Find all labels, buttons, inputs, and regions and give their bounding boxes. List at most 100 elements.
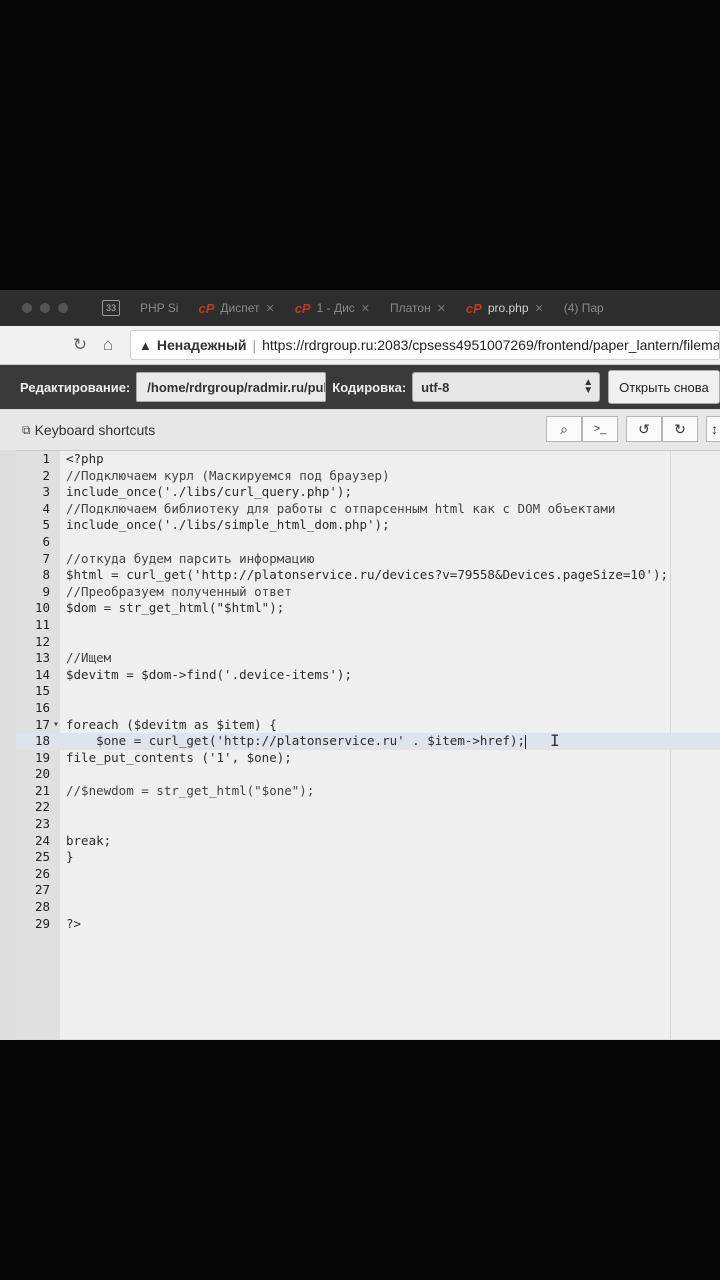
tab-counter-icon: 33 (102, 300, 120, 316)
code-line[interactable]: 27 (16, 882, 720, 899)
close-tab-icon[interactable]: ✕ (535, 302, 544, 315)
reload-icon[interactable]: ↻ (66, 335, 94, 355)
code-lines[interactable]: 1 <?php 2 //Подключаем курл (Маскируемся по… (16, 451, 720, 932)
reopen-button[interactable]: Открыть снова (608, 370, 720, 404)
tab-dispet-1[interactable]: cP 1 - Дис ✕ (285, 290, 380, 326)
text-cursor-icon: I (550, 731, 560, 750)
address-bar: ↻ ⌂ ▲ Ненадежный | https://rdrgroup.ru:2… (0, 326, 720, 365)
fold-toggle-icon[interactable]: ▾ (53, 717, 59, 734)
code-line[interactable]: 7 //откуда будем парсить информацию (16, 551, 720, 568)
select-arrows-icon: ▲ ▼ (583, 377, 594, 396)
code-editor[interactable]: 1 <?php 2 //Подключаем курл (Маскируемся по… (16, 450, 720, 1039)
line-text: //Ищем (66, 650, 112, 666)
code-line[interactable]: 3 include_once('./libs/curl_query.php'); (16, 484, 720, 501)
line-text: foreach ($devitm as $item) { (66, 716, 277, 732)
line-number: 13 (34, 650, 50, 666)
close-tab-icon[interactable]: ✕ (361, 302, 370, 315)
search-icon[interactable]: ⌕ (546, 416, 582, 442)
tab-dispet[interactable]: cP Диспет ✕ (188, 290, 284, 326)
external-link-icon: ⧉ (22, 422, 31, 437)
line-text: } (66, 849, 74, 865)
line-number: 24 (34, 832, 50, 848)
keyboard-shortcuts-link[interactable]: ⧉ Keyboard shortcuts (22, 422, 155, 438)
caret (525, 734, 527, 749)
history-button-group: ↺ ↻ (626, 416, 698, 442)
terminal-icon[interactable]: >_ (582, 416, 618, 442)
file-path-field[interactable]: /home/rdrgroup/radmir.ru/public_html/pro… (136, 372, 327, 402)
tab-pro-php[interactable]: cP pro.php ✕ (456, 290, 554, 326)
tab-label: pro.php (487, 301, 529, 315)
close-window-icon[interactable] (22, 303, 32, 313)
code-line[interactable]: 2 //Подключаем курл (Маскируемся под брау… (16, 468, 720, 485)
code-line[interactable]: 29 ?> (16, 916, 720, 933)
home-icon[interactable]: ⌂ (94, 335, 122, 355)
line-text: //Подключаем курл (Маскируемся под брауз… (66, 467, 390, 483)
close-tab-icon[interactable]: ✕ (265, 302, 274, 315)
close-tab-icon[interactable]: ✕ (437, 302, 446, 315)
line-text: ?> (66, 915, 82, 931)
line-number: 29 (34, 915, 50, 931)
tab-bar: 33 PHP Si cP Диспет ✕ cP 1 - Дис ✕ Плато… (0, 290, 720, 326)
code-line[interactable]: 4 //Подключаем библиотеку для работы с от… (16, 501, 720, 518)
code-line[interactable]: 23 (16, 816, 720, 833)
line-number: 14 (34, 666, 50, 682)
warning-icon[interactable]: ▲ (139, 338, 152, 353)
line-number: 25 (34, 849, 50, 865)
code-line[interactable]: 22 (16, 799, 720, 816)
code-line[interactable]: 8 $html = curl_get('http://platonservice.… (16, 567, 720, 584)
line-number: 6 (42, 533, 50, 549)
code-line[interactable]: 24 break; (16, 833, 720, 850)
code-line[interactable]: 10 $dom = str_get_html("$html"); (16, 600, 720, 617)
code-line[interactable]: 18 $one = curl_get('http://platonservice… (16, 733, 720, 750)
tab-platon[interactable]: Платон ✕ (380, 290, 456, 326)
code-line[interactable]: 1 <?php (16, 451, 720, 468)
line-number: 5 (42, 517, 50, 533)
code-line[interactable]: 9 //Преобразуем полученный ответ (16, 584, 720, 601)
line-number: 2 (42, 467, 50, 483)
line-text: include_once('./libs/simple_html_dom.php… (66, 517, 390, 533)
code-line[interactable]: 25} (16, 849, 720, 866)
code-line[interactable]: 20 (16, 766, 720, 783)
window-controls (0, 303, 92, 313)
redo-icon[interactable]: ↻ (662, 416, 698, 442)
browser-window: 33 PHP Si cP Диспет ✕ cP 1 - Дис ✕ Плато… (0, 290, 720, 1040)
code-line[interactable]: 17 ▾ foreach ($devitm as $item) { (16, 717, 720, 734)
line-number: 27 (34, 882, 50, 898)
line-number: 26 (34, 865, 50, 881)
security-label[interactable]: Ненадежный (157, 337, 247, 353)
code-line[interactable]: 11 (16, 617, 720, 634)
editor-toolbar: Редактирование: /home/rdrgroup/radmir.ru… (0, 365, 720, 409)
more-icon[interactable]: ↕ (706, 416, 720, 442)
edit-label: Редактирование: (20, 379, 131, 395)
line-text: //откуда будем парсить информацию (66, 550, 315, 566)
code-line[interactable]: 14 $devitm = $dom->find('.device-items'); (16, 667, 720, 684)
code-line[interactable]: 12 (16, 634, 720, 651)
code-line[interactable]: 19 file_put_contents ('1', $one); (16, 750, 720, 767)
line-number: 10 (34, 600, 50, 616)
code-line[interactable]: 6 (16, 534, 720, 551)
line-number: 16 (34, 699, 50, 715)
tab-counter-area[interactable]: 33 (92, 290, 130, 326)
code-line[interactable]: 15 (16, 683, 720, 700)
line-number: 8 (42, 567, 50, 583)
minimize-window-icon[interactable] (40, 303, 50, 313)
tab-par[interactable]: (4) Пар (554, 290, 614, 326)
tab-label: PHP Si (140, 301, 179, 315)
zoom-window-icon[interactable] (58, 303, 68, 313)
line-text: $dom = str_get_html("$html"); (66, 600, 285, 616)
url-input[interactable]: ▲ Ненадежный | https://rdrgroup.ru:2083/… (130, 330, 720, 360)
undo-icon[interactable]: ↺ (626, 416, 662, 442)
cpanel-icon: cP (198, 300, 215, 316)
line-text: file_put_contents ('1', $one); (66, 749, 292, 765)
line-number: 4 (42, 500, 50, 516)
code-line[interactable]: 13 //Ищем (16, 650, 720, 667)
encoding-select[interactable]: utf-8 ▲ ▼ (412, 372, 601, 402)
tab-php-si[interactable]: PHP Si (130, 290, 188, 326)
code-line[interactable]: 21 //$newdom = str_get_html("$one"); (16, 783, 720, 800)
line-number: 1 (42, 451, 50, 466)
line-text: //Преобразуем полученный ответ (66, 583, 292, 599)
code-line[interactable]: 26 (16, 866, 720, 883)
code-line[interactable]: 16 (16, 700, 720, 717)
code-line[interactable]: 5 include_once('./libs/simple_html_dom.ph… (16, 517, 720, 534)
code-line[interactable]: 28 (16, 899, 720, 916)
